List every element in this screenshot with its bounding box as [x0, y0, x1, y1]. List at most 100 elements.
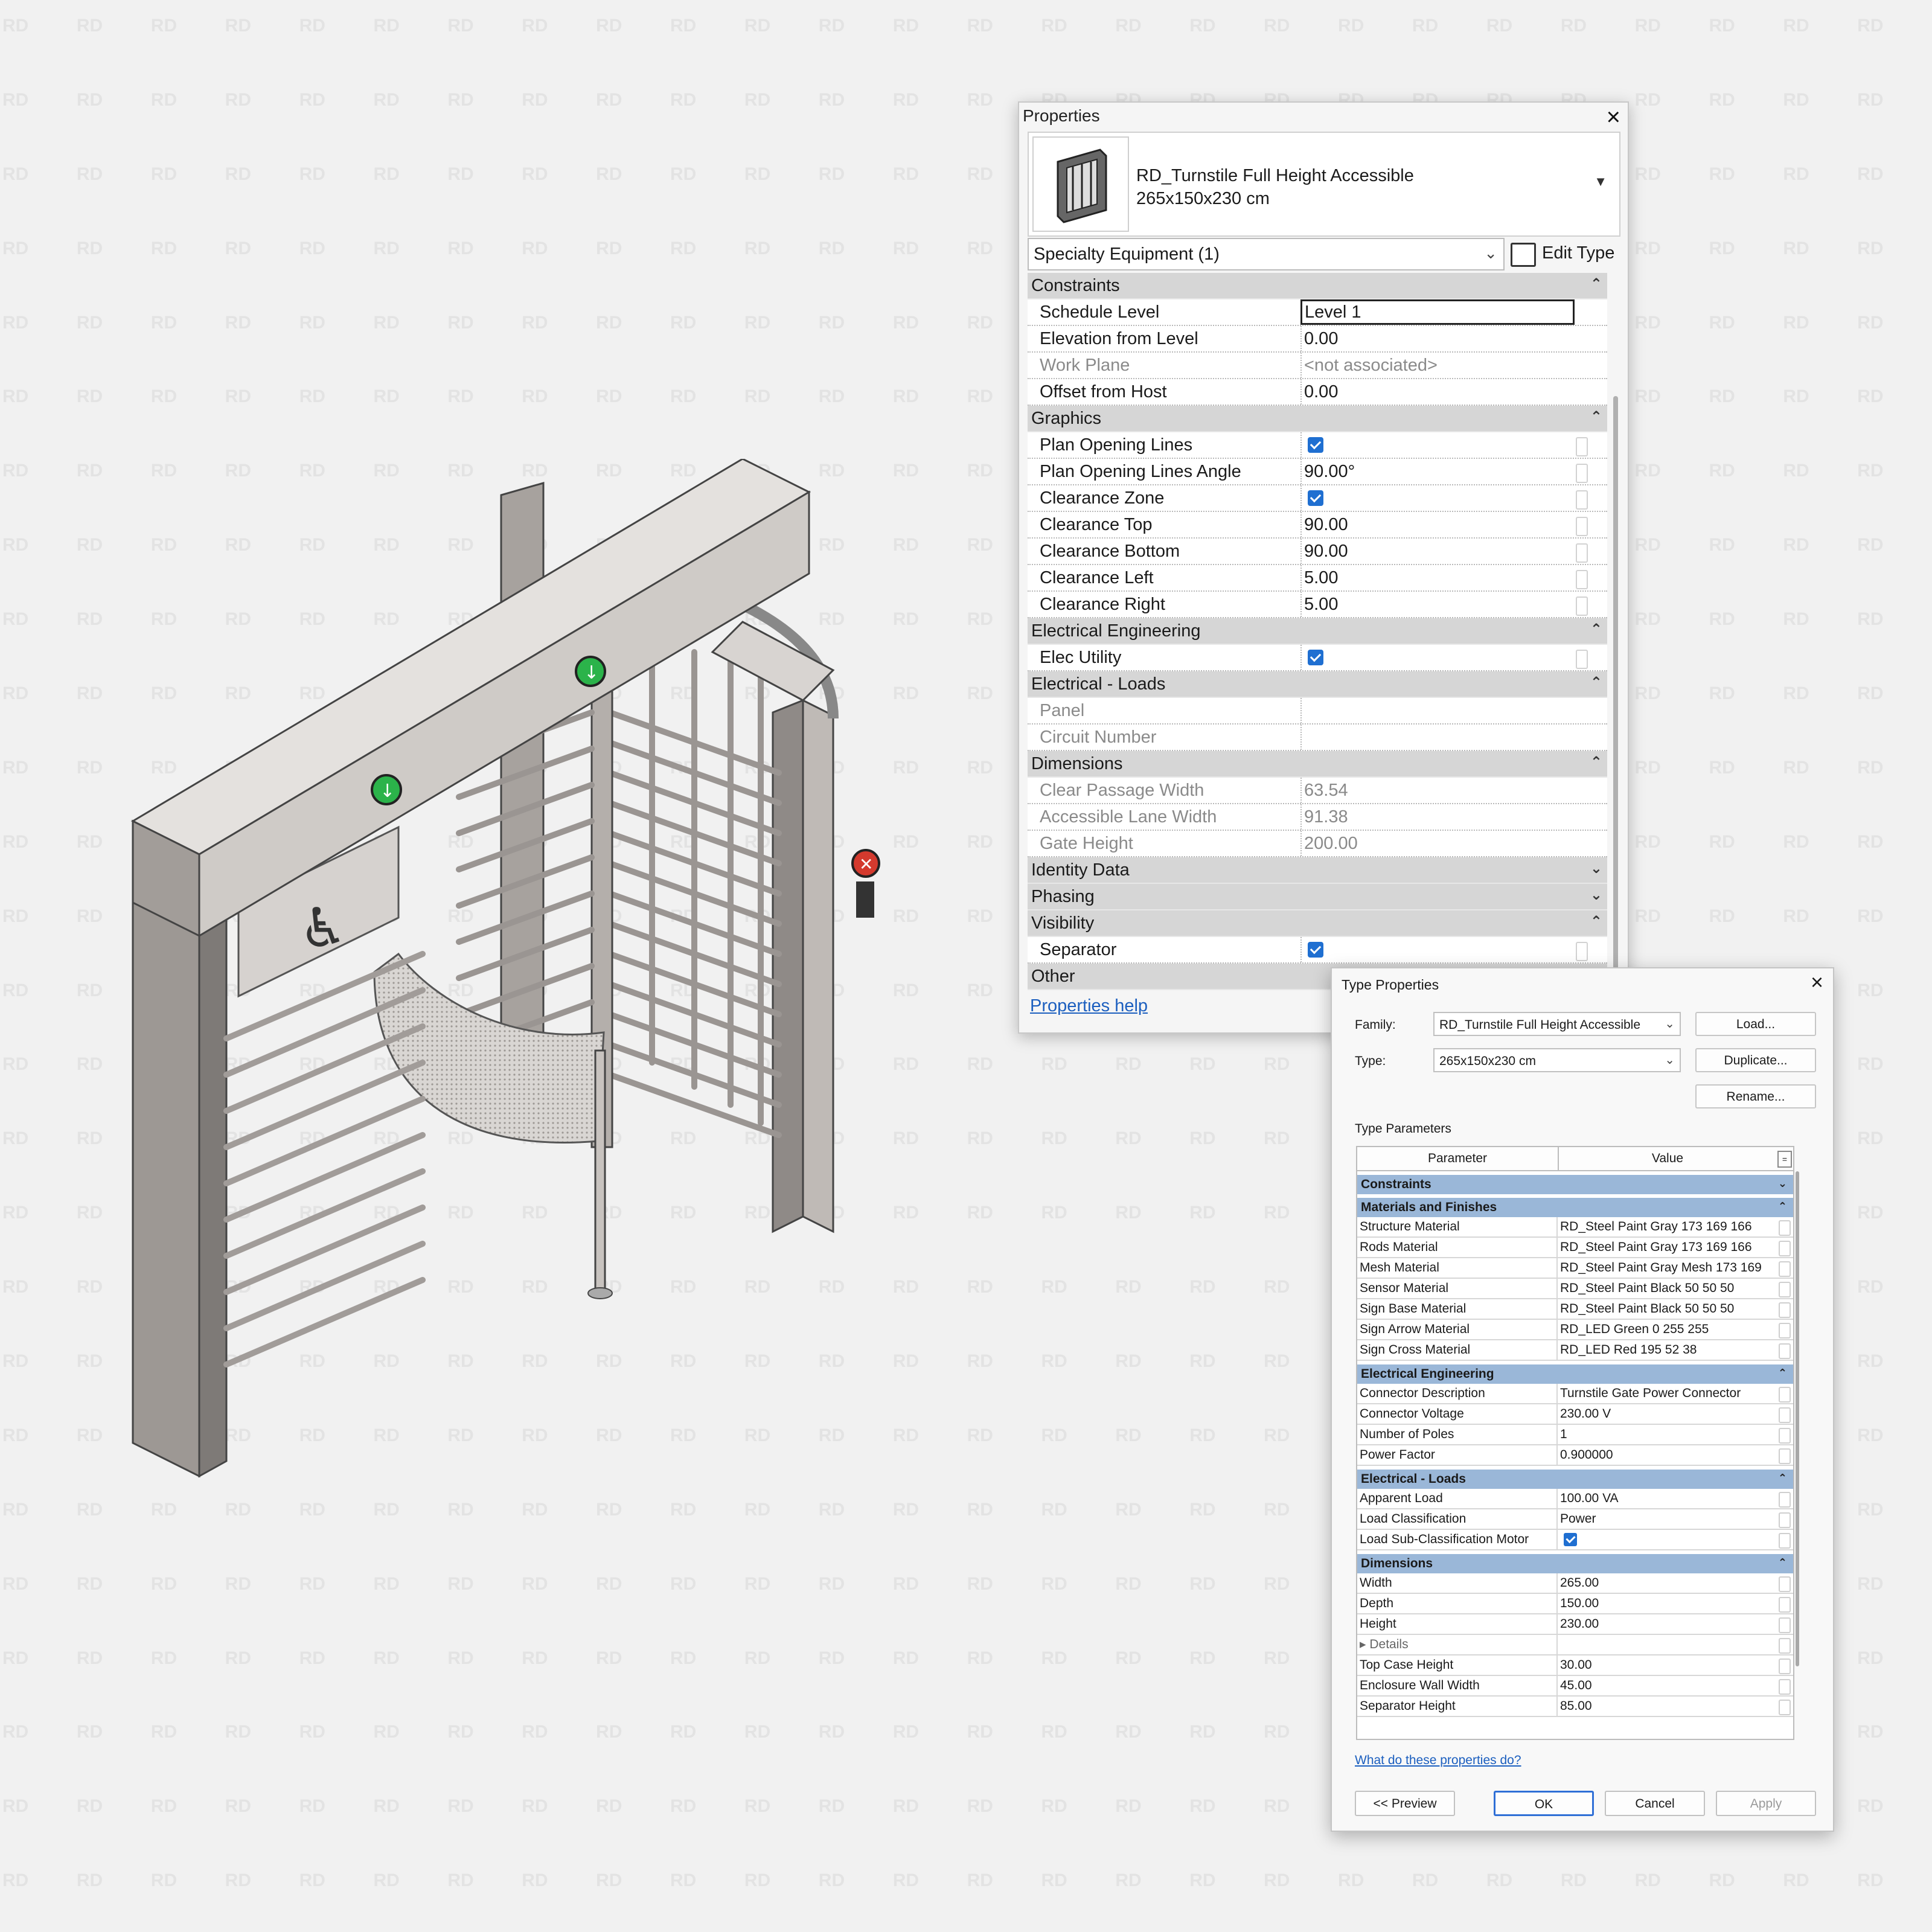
group-header-electrical-loads[interactable]: Electrical - Loads ⌃ — [1028, 671, 1607, 698]
type-parameter-value[interactable]: RD_Steel Paint Gray 173 169 166 — [1560, 1238, 1771, 1257]
property-value[interactable]: 0.00 — [1300, 326, 1576, 351]
property-row[interactable]: Panel — [1028, 698, 1607, 724]
property-checkbox[interactable] — [1300, 485, 1576, 511]
type-parameter-value[interactable]: 0.900000 — [1560, 1445, 1771, 1465]
type-parameter-value[interactable]: RD_LED Red 195 52 38 — [1560, 1340, 1771, 1360]
type-group-header[interactable]: Electrical Engineering ⌃ — [1357, 1363, 1793, 1384]
associate-parameter-button[interactable] — [1779, 1576, 1791, 1592]
turnstile-3d-view[interactable]: ♿ ↓ ↓ ✕ — [121, 459, 906, 1485]
associate-parameter-button[interactable] — [1779, 1282, 1791, 1297]
apply-button[interactable]: Apply — [1716, 1791, 1816, 1816]
type-parameter-value[interactable]: 230.00 — [1560, 1614, 1771, 1634]
property-row[interactable]: Elec Utility — [1028, 645, 1607, 671]
table-scrollbar[interactable] — [1796, 1171, 1799, 1666]
type-parameter-row[interactable]: Rods Material RD_Steel Paint Gray 173 169… — [1357, 1238, 1793, 1258]
properties-explanation-link[interactable]: What do these properties do? — [1355, 1753, 1521, 1768]
type-parameter-value[interactable]: RD_Steel Paint Gray Mesh 173 169 — [1560, 1258, 1771, 1278]
associate-parameter-button[interactable] — [1779, 1492, 1791, 1508]
associate-parameter-button[interactable] — [1779, 1428, 1791, 1444]
associate-parameter-button[interactable] — [1779, 1597, 1791, 1613]
collapse-chevron-icon[interactable]: ⌃ — [1778, 1197, 1787, 1216]
type-parameter-value[interactable]: RD_LED Green 0 255 255 — [1560, 1320, 1771, 1339]
type-parameter-row[interactable]: Structure Material RD_Steel Paint Gray 17… — [1357, 1217, 1793, 1238]
type-parameter-value[interactable]: 1 — [1560, 1425, 1771, 1444]
type-group-header[interactable]: Dimensions ⌃ — [1357, 1553, 1793, 1573]
collapse-chevron-icon[interactable]: ⌃ — [1590, 670, 1602, 696]
edit-type-button[interactable]: Edit Type — [1508, 238, 1614, 268]
property-value[interactable]: Level 1 — [1300, 299, 1575, 325]
type-group-header[interactable]: Electrical - Loads ⌃ — [1357, 1468, 1793, 1489]
preview-button[interactable]: << Preview — [1355, 1791, 1455, 1816]
type-parameter-row[interactable]: Power Factor 0.900000 — [1357, 1445, 1793, 1466]
checkbox-checked-icon[interactable] — [1308, 650, 1323, 665]
associate-parameter-button[interactable] — [1779, 1659, 1791, 1674]
close-icon[interactable]: × — [1607, 104, 1620, 131]
property-row[interactable]: Plan Opening Lines Angle 90.00° — [1028, 459, 1607, 485]
type-parameter-checkbox[interactable] — [1560, 1530, 1771, 1552]
property-row[interactable]: Clearance Right 5.00 — [1028, 592, 1607, 618]
associate-parameter-button[interactable] — [1779, 1261, 1791, 1277]
type-parameter-value[interactable]: 100.00 VA — [1560, 1489, 1771, 1508]
associate-parameter-button[interactable] — [1779, 1241, 1791, 1256]
associate-parameter-button[interactable] — [1779, 1323, 1791, 1339]
column-header-value[interactable]: Value — [1559, 1147, 1776, 1170]
property-row[interactable]: Clearance Top 90.00 — [1028, 512, 1607, 539]
type-parameters-table[interactable]: Parameter Value = Constraints ⌄ Materials … — [1356, 1146, 1794, 1740]
property-checkbox[interactable] — [1300, 432, 1576, 458]
associate-parameter-button[interactable] — [1779, 1220, 1791, 1236]
collapse-chevron-icon[interactable]: ⌃ — [1590, 405, 1602, 430]
property-row[interactable]: Gate Height 200.00 — [1028, 831, 1607, 857]
associate-parameter-button[interactable] — [1779, 1617, 1791, 1633]
property-value[interactable]: 5.00 — [1300, 565, 1576, 590]
type-properties-dialog[interactable]: Type Properties × Family: RD_Turnstile F… — [1331, 967, 1834, 1832]
associate-parameter-button[interactable] — [1576, 464, 1588, 483]
property-value[interactable]: 90.00 — [1300, 539, 1576, 564]
collapse-chevron-icon[interactable]: ⌃ — [1778, 1363, 1787, 1383]
property-row[interactable]: Circuit Number — [1028, 724, 1607, 751]
duplicate-button[interactable]: Duplicate... — [1695, 1048, 1816, 1072]
associate-parameter-button[interactable] — [1576, 570, 1588, 589]
checkbox-checked-icon[interactable] — [1564, 1533, 1577, 1546]
property-row[interactable]: Clearance Zone — [1028, 485, 1607, 512]
type-parameter-row[interactable]: Height 230.00 — [1357, 1614, 1793, 1635]
associate-parameter-button[interactable] — [1779, 1407, 1791, 1423]
properties-palette[interactable]: Properties × RD_Turnstile Full Height Ac… — [1018, 101, 1629, 1036]
column-header-formula[interactable]: = — [1777, 1151, 1792, 1168]
group-header-electrical-engineering[interactable]: Electrical Engineering ⌃ — [1028, 618, 1607, 645]
checkbox-checked-icon[interactable] — [1308, 437, 1323, 453]
property-value[interactable]: 0.00 — [1300, 379, 1576, 405]
family-select[interactable]: RD_Turnstile Full Height Accessible ⌄ — [1433, 1012, 1681, 1036]
type-parameter-row[interactable]: Separator Height 85.00 — [1357, 1697, 1793, 1717]
type-parameter-value[interactable]: RD_Steel Paint Black 50 50 50 — [1560, 1279, 1771, 1298]
group-header-visibility[interactable]: Visibility ⌃ — [1028, 910, 1607, 937]
group-header-constraints[interactable]: Constraints ⌃ — [1028, 273, 1607, 299]
type-parameter-row[interactable]: Sensor Material RD_Steel Paint Black 50 5… — [1357, 1279, 1793, 1299]
associate-parameter-button[interactable] — [1779, 1679, 1791, 1695]
type-parameter-row[interactable]: Connector Voltage 230.00 V — [1357, 1404, 1793, 1425]
type-parameter-row[interactable]: Load Classification Power — [1357, 1509, 1793, 1530]
property-row[interactable]: Elevation from Level 0.00 — [1028, 326, 1607, 353]
collapse-chevron-icon[interactable]: ⌃ — [1590, 272, 1602, 297]
collapse-chevron-icon[interactable]: ⌃ — [1590, 750, 1602, 775]
expand-chevron-icon[interactable]: ⌄ — [1778, 1174, 1787, 1193]
category-filter-select[interactable]: Specialty Equipment (1) ⌄ — [1028, 238, 1505, 270]
associate-parameter-button[interactable] — [1779, 1533, 1791, 1549]
expand-chevron-icon[interactable]: ⌄ — [1590, 883, 1602, 908]
type-parameter-value[interactable]: 150.00 — [1560, 1594, 1771, 1613]
property-value[interactable]: 90.00° — [1300, 459, 1576, 484]
type-parameter-row[interactable]: Connector Description Turnstile Gate Powe… — [1357, 1384, 1793, 1404]
property-checkbox[interactable] — [1300, 645, 1576, 670]
type-selector[interactable]: RD_Turnstile Full Height Accessible 265x… — [1028, 132, 1620, 237]
cancel-button[interactable]: Cancel — [1605, 1791, 1705, 1816]
type-parameter-row[interactable]: Mesh Material RD_Steel Paint Gray Mesh 17… — [1357, 1258, 1793, 1279]
associate-parameter-button[interactable] — [1779, 1512, 1791, 1528]
collapse-chevron-icon[interactable]: ⌃ — [1590, 909, 1602, 935]
associate-parameter-button[interactable] — [1779, 1448, 1791, 1464]
associate-parameter-button[interactable] — [1576, 490, 1588, 510]
type-parameter-value[interactable]: Turnstile Gate Power Connector — [1560, 1384, 1771, 1403]
property-value[interactable]: 90.00 — [1300, 512, 1576, 537]
group-header-identity-data[interactable]: Identity Data ⌄ — [1028, 857, 1607, 884]
type-parameter-row[interactable]: Load Sub-Classification Motor — [1357, 1530, 1793, 1550]
type-parameter-value[interactable]: 230.00 V — [1560, 1404, 1771, 1424]
group-header-phasing[interactable]: Phasing ⌄ — [1028, 884, 1607, 910]
